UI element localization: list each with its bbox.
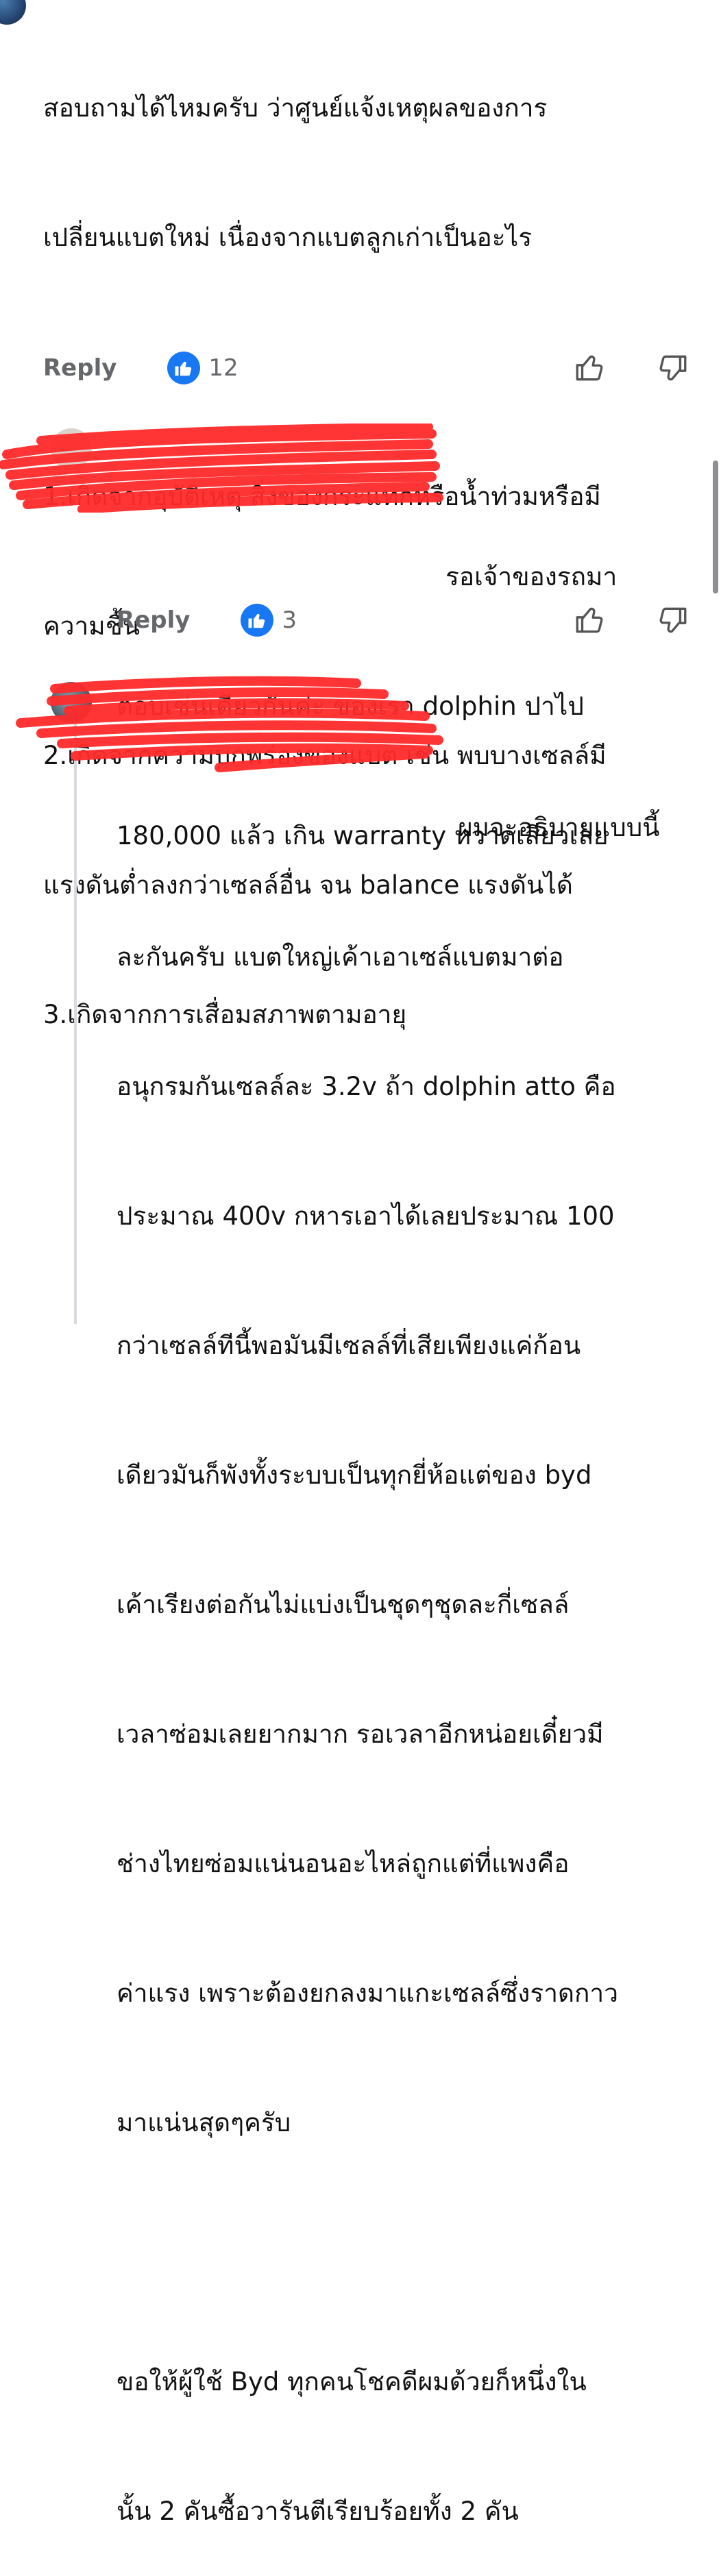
like-badge-icon [167, 352, 201, 384]
comment-line: เดียวมันก็พังทั้งระบบเป็นทุกยี่ห้อแต่ของ… [117, 1460, 592, 1490]
comment-line: นั้น 2 คันซื้อวารันตีเรียบร้อยทั้ง 2 คัน [117, 2497, 519, 2526]
thumbs-down-icon[interactable] [650, 598, 694, 642]
comment-line: เปลี่ยนแบตใหม่ เนื่องจากแบตลูกเก่าเป็นอะ… [43, 223, 533, 252]
comment-line: มาแน่นสุดๆครับ [117, 2108, 291, 2137]
thumbs-up-icon[interactable] [568, 598, 612, 642]
thread-line [74, 706, 77, 1324]
reply-button[interactable]: Reply [117, 606, 190, 634]
avatar[interactable] [0, 0, 26, 25]
scrollbar[interactable] [713, 461, 718, 593]
comment-line [117, 2231, 692, 2274]
comment-line: ขอให้ผู้ใช้ Byd ทุกคนโชคดีผมด้วยก็หนึ่งใ… [117, 2367, 587, 2396]
comment-3-body: ผมจะอธิบายแบบนี้ ละกันครับ แบตใหญ่เค้าเอ… [117, 720, 692, 2576]
comment-line: ช่างไทยซ่อมแน่นอนอะไหล่ถูกแต่ที่แพงคือ [117, 1849, 570, 1878]
comment-line: ค่าแรง เพราะต้องยกลงมาแกะเซลล์ซึ่งราดกาว [117, 1978, 618, 2008]
comment-line: เวลาซ่อมเลยยากมาก รอเวลาอีกหน่อยเดี๋ยวมี [117, 1719, 604, 1749]
comment-line: ประมาณ 400v กหารเอาได้เลยประมาณ 100 [117, 1201, 615, 1231]
comment-line: ผมจะอธิบายแบบนี้ [458, 813, 660, 842]
comment-line: เค้าเรียงต่อกันไม่แบ่งเป็นชุดๆชุดละกี่เซ… [117, 1590, 570, 1619]
comment-line: ละกันครับ แบตใหญ่เค้าเอาเซล์แบตมาต่อ [117, 942, 564, 972]
comment-line: กว่าเซลล์ทีนี้พอมันมีเซลล์ที่เสียเพียงแค… [117, 1331, 581, 1360]
like-badge-icon [241, 604, 274, 637]
comment-line: สอบถามได้ไหมครับ ว่าศูนย์แจ้งเหตุผลของกา… [43, 93, 548, 123]
thumbs-up-icon[interactable] [568, 346, 612, 390]
reply-button[interactable]: Reply [43, 354, 117, 382]
comment-line: อนุกรมกันเซลล์ละ 3.2v ถ้า dolphin atto ค… [117, 1072, 616, 1101]
comment-1-actions: Reply 12 [43, 347, 694, 389]
comment-2-actions: Reply 3 [117, 600, 694, 641]
like-count: 12 [208, 354, 239, 382]
comment-line: รอเจ้าของรถมา [445, 562, 618, 591]
like-count: 3 [282, 606, 297, 634]
thumbs-down-icon[interactable] [650, 346, 694, 390]
